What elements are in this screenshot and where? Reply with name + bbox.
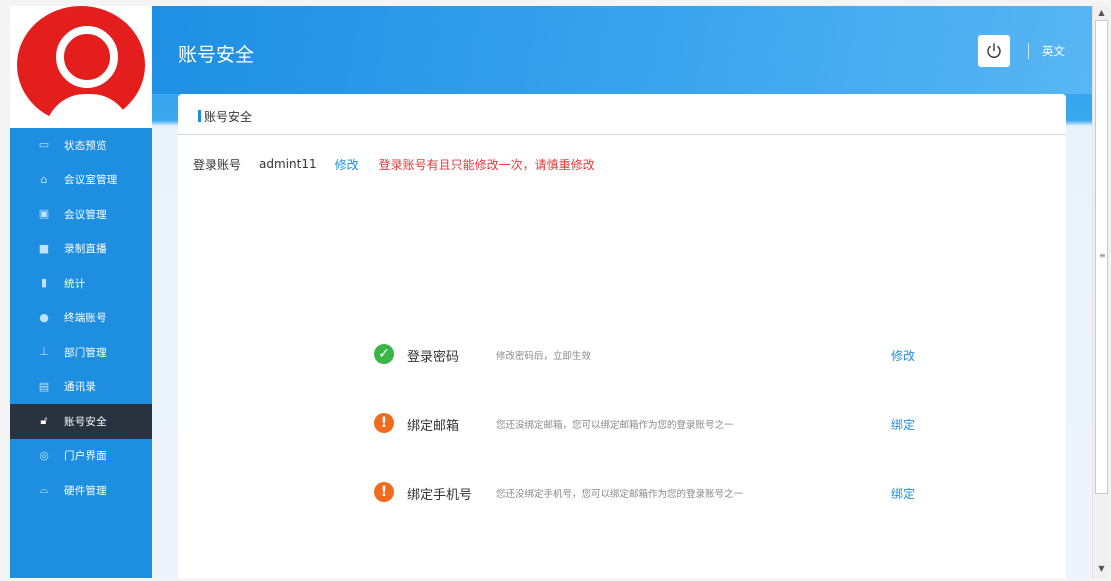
security-item-desc: 您还没绑定邮箱，您可以绑定邮箱作为您的登录账号之一 <box>496 420 734 431</box>
monitor-icon: ▭ <box>38 138 50 152</box>
language-switch[interactable]: 英文 <box>1042 43 1065 59</box>
sidebar-item-label: 录制直播 <box>64 243 107 256</box>
sidebar-item-label: 门户界面 <box>64 450 107 463</box>
sidebar-item-label: 账号安全 <box>64 415 107 428</box>
sidebar-item-statistics[interactable]: ▮ 统计 <box>10 266 152 301</box>
security-item-desc: 您还没绑定手机号，您可以绑定邮箱作为您的登录账号之一 <box>496 489 744 500</box>
sidebar-item-status-preview[interactable]: ▭ 状态预览 <box>10 128 152 163</box>
logout-button[interactable] <box>978 35 1010 67</box>
bar-chart-icon: ▮ <box>40 276 48 290</box>
screen-icon: ▣ <box>38 207 50 221</box>
security-item-desc: 修改密码后，立即生效 <box>496 351 592 362</box>
sidebar-item-label: 会议管理 <box>64 208 107 221</box>
scroll-thumb[interactable]: ≡ <box>1095 20 1108 494</box>
sidebar-item-label: 状态预览 <box>64 139 107 152</box>
lock-icon: 🔓︎ <box>40 414 48 428</box>
scroll-down-arrow-icon[interactable]: ▼ <box>1093 562 1110 576</box>
sidebar-item-label: 统计 <box>64 277 86 290</box>
header-divider <box>1028 43 1029 59</box>
org-chart-icon: ⊥ <box>39 345 49 359</box>
check-icon: ✓ <box>374 344 394 364</box>
logo-user-icon <box>17 6 145 128</box>
scroll-grip-icon: ≡ <box>1099 251 1106 260</box>
card-title-marker <box>198 110 201 122</box>
sidebar-item-label: 通讯录 <box>64 381 97 394</box>
browser-frame: ▭ 状态预览 ⌂ 会议室管理 ▣ 会议管理 ■ 录制直播 ▮ 统计 ● 终端账号… <box>0 0 1111 581</box>
portal-icon: ◎ <box>39 448 49 462</box>
warning-icon: ! <box>374 413 394 433</box>
bind-phone-link[interactable]: 绑定 <box>891 485 915 502</box>
security-row-password: ✓ 登录密码 修改密码后，立即生效 修改 <box>374 342 934 366</box>
scroll-up-arrow-icon[interactable]: ▲ <box>1093 6 1110 20</box>
security-item-title: 绑定邮箱 <box>407 419 460 434</box>
login-account-value: admint11 <box>259 157 317 171</box>
sidebar-item-account-security[interactable]: 🔓︎ 账号安全 <box>10 404 152 439</box>
security-item-title: 登录密码 <box>407 350 460 365</box>
card-header: 账号安全 <box>178 94 1066 135</box>
sidebar: ▭ 状态预览 ⌂ 会议室管理 ▣ 会议管理 ■ 录制直播 ▮ 统计 ● 终端账号… <box>10 6 152 578</box>
hardware-icon: ⌓ <box>39 483 49 497</box>
sidebar-nav: ▭ 状态预览 ⌂ 会议室管理 ▣ 会议管理 ■ 录制直播 ▮ 统计 ● 终端账号… <box>10 128 152 508</box>
sidebar-item-contacts[interactable]: ▤ 通讯录 <box>10 370 152 405</box>
sidebar-item-portal[interactable]: ◎ 门户界面 <box>10 439 152 474</box>
contacts-icon: ▤ <box>38 379 50 393</box>
power-icon <box>987 43 1001 58</box>
sidebar-item-meetings[interactable]: ▣ 会议管理 <box>10 197 152 232</box>
header: 账号安全 英文 <box>152 6 1092 94</box>
page-title: 账号安全 <box>178 44 255 66</box>
security-row-phone: ! 绑定手机号 您还没绑定手机号，您可以绑定邮箱作为您的登录账号之一 绑定 <box>374 480 934 504</box>
edit-account-link[interactable]: 修改 <box>335 156 359 173</box>
card-title: 账号安全 <box>204 110 253 124</box>
video-icon: ■ <box>38 241 50 255</box>
logo <box>10 6 152 128</box>
sidebar-item-departments[interactable]: ⊥ 部门管理 <box>10 335 152 370</box>
home-icon: ⌂ <box>40 172 48 186</box>
sidebar-item-label: 部门管理 <box>64 346 107 359</box>
sidebar-item-label: 终端账号 <box>64 312 107 325</box>
sidebar-item-label: 会议室管理 <box>64 174 118 187</box>
login-account-row: 登录账号 admint11 修改 登录账号有且只能修改一次，请慎重修改 <box>193 154 595 174</box>
sidebar-item-meeting-rooms[interactable]: ⌂ 会议室管理 <box>10 163 152 198</box>
account-edit-note: 登录账号有且只能修改一次，请慎重修改 <box>378 157 595 172</box>
content-card: 账号安全 登录账号 admint11 修改 登录账号有且只能修改一次，请慎重修改… <box>178 94 1066 578</box>
sidebar-item-label: 硬件管理 <box>64 484 107 497</box>
sidebar-item-terminal-accounts[interactable]: ● 终端账号 <box>10 301 152 336</box>
user-icon: ● <box>39 310 49 324</box>
bind-email-link[interactable]: 绑定 <box>891 416 915 433</box>
security-row-email: ! 绑定邮箱 您还没绑定邮箱，您可以绑定邮箱作为您的登录账号之一 绑定 <box>374 411 934 435</box>
app-window: ▭ 状态预览 ⌂ 会议室管理 ▣ 会议管理 ■ 录制直播 ▮ 统计 ● 终端账号… <box>10 6 1092 578</box>
sidebar-item-hardware[interactable]: ⌓ 硬件管理 <box>10 473 152 508</box>
edit-password-link[interactable]: 修改 <box>891 347 915 364</box>
sidebar-item-recording[interactable]: ■ 录制直播 <box>10 232 152 267</box>
login-account-label: 登录账号 <box>193 157 242 172</box>
warning-icon: ! <box>374 482 394 502</box>
vertical-scrollbar[interactable]: ▲ ≡ ▼ <box>1092 6 1109 578</box>
security-item-title: 绑定手机号 <box>407 488 473 503</box>
